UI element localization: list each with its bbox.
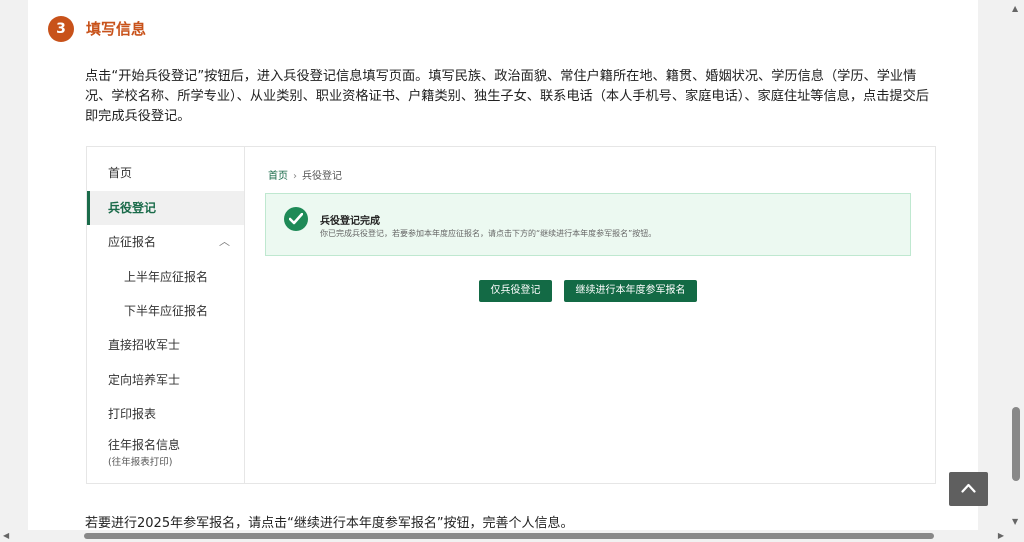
sidebar-item-label: 首页 (108, 166, 133, 180)
sidebar-item-label: 定向培养军士 (108, 373, 181, 387)
scroll-left-arrow-icon[interactable]: ◀ (3, 531, 9, 540)
only-register-button[interactable]: 仅兵役登记 (479, 280, 552, 302)
back-to-top-button[interactable] (949, 472, 988, 506)
sidebar-item-directed-sergeant[interactable]: 定向培养军士 (87, 363, 244, 397)
outro-paragraph: 若要进行2025年参军报名，请点击“继续进行本年度参军报名”按钮，完善个人信息。 (85, 516, 574, 531)
vertical-scrollbar[interactable]: ▲ ▼ (1008, 0, 1024, 530)
sidebar-item-label: 往年报名信息 (108, 438, 181, 452)
sidebar-item-label: 直接招收军士 (108, 338, 181, 352)
chevron-up-icon: ︿ (219, 235, 230, 248)
sidebar-item-direct-sergeant[interactable]: 直接招收军士 (87, 328, 244, 362)
sidebar-item-label: 应征报名 (108, 235, 157, 249)
vertical-scroll-thumb[interactable] (1012, 407, 1020, 481)
sidebar-item-enlistment[interactable]: 应征报名 ︿ (87, 225, 244, 259)
success-alert: 兵役登记完成 你已完成兵役登记，若要参加本年度应征报名，请点击下方的“继续进行本… (265, 193, 911, 256)
scroll-up-arrow-icon[interactable]: ▲ (1012, 4, 1018, 13)
sidebar-item-label: 打印报表 (108, 407, 157, 421)
sidebar-item-label: 上半年应征报名 (124, 270, 209, 284)
horizontal-scrollbar[interactable]: ◀ ▶ (0, 530, 1024, 542)
sidebar-item-label: 下半年应征报名 (124, 304, 209, 318)
sidebar-item-second-half-enlistment[interactable]: 下半年应征报名 (87, 294, 244, 328)
screenshot-frame: 首页 兵役登记 应征报名 ︿ 上半年应征报名 下半年应征报名 直接招收军士 定向培… (86, 146, 936, 484)
sidebar-item-home[interactable]: 首页 (87, 156, 244, 190)
check-circle-icon (284, 207, 308, 231)
success-description: 你已完成兵役登记，若要参加本年度应征报名，请点击下方的“继续进行本年度参军报名”… (320, 229, 657, 238)
chevron-right-icon: › (293, 171, 297, 182)
sidebar-item-sublabel: (往年报表打印) (108, 457, 173, 468)
breadcrumb-current: 兵役登记 (302, 171, 342, 182)
content-card: 3 填写信息 点击“开始兵役登记”按钮后，进入兵役登记信息填写页面。填写民族、政… (28, 0, 978, 532)
sidebar-item-print-report[interactable]: 打印报表 (87, 397, 244, 431)
continue-enlistment-button[interactable]: 继续进行本年度参军报名 (564, 280, 697, 302)
scroll-down-arrow-icon[interactable]: ▼ (1012, 517, 1018, 526)
sidebar: 首页 兵役登记 应征报名 ︿ 上半年应征报名 下半年应征报名 直接招收军士 定向培… (87, 147, 245, 483)
sidebar-item-first-half-enlistment[interactable]: 上半年应征报名 (87, 260, 244, 294)
sidebar-item-military-registration[interactable]: 兵役登记 (87, 191, 244, 225)
breadcrumb-home-link[interactable]: 首页 (268, 171, 288, 182)
sidebar-item-past-records[interactable]: 往年报名信息 (往年报表打印) (87, 433, 244, 473)
success-title: 兵役登记完成 (320, 216, 380, 227)
chevron-up-icon (961, 483, 976, 493)
step-number-badge: 3 (48, 16, 74, 42)
intro-paragraph: 点击“开始兵役登记”按钮后，进入兵役登记信息填写页面。填写民族、政治面貌、常住户… (85, 69, 929, 124)
scroll-right-arrow-icon[interactable]: ▶ (998, 531, 1004, 540)
sidebar-item-label: 兵役登记 (108, 201, 157, 215)
breadcrumb: 首页 › 兵役登记 (268, 167, 342, 182)
step-title: 填写信息 (86, 20, 147, 38)
horizontal-scroll-thumb[interactable] (84, 533, 934, 539)
